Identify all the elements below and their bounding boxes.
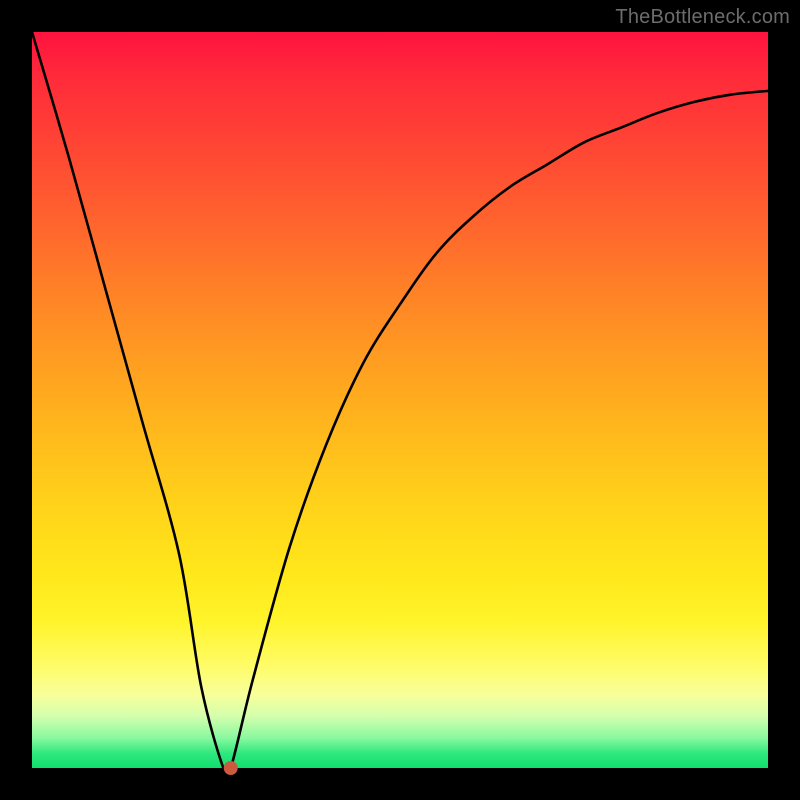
min-point-marker [224,761,238,775]
chart-svg [32,32,768,768]
chart-plot-area [32,32,768,768]
watermark-text: TheBottleneck.com [615,6,790,29]
bottleneck-curve-line [32,32,768,779]
chart-frame: TheBottleneck.com [0,0,800,800]
